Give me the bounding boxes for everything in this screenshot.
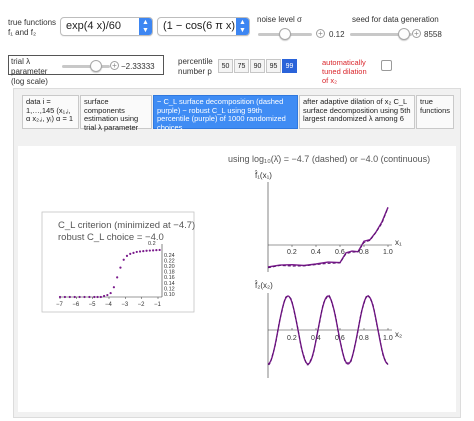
cl-xtick-label: −1: [154, 302, 162, 308]
f1-curve-robust: [267, 207, 389, 268]
cl-point: [132, 251, 135, 254]
cl-ytick-label: 0.10: [164, 292, 175, 298]
cl-ytick-label: 0.20: [164, 264, 175, 270]
cl-xtick-label: −3: [121, 302, 129, 308]
f1-xtick-label: 0.8: [359, 249, 369, 256]
f2-xlabel: x₂: [395, 330, 402, 339]
cl-point: [68, 295, 71, 299]
f1-curve-dashed: [267, 207, 389, 269]
cl-point: [158, 248, 161, 252]
plot-header: using log₁₀(λ̂) = −4.7 (dashed) or −4.0 …: [228, 154, 430, 164]
f2-xtick-label: 1.0: [383, 335, 393, 342]
f1-xtick-label: 1.0: [383, 249, 393, 256]
cl-point: [99, 295, 102, 299]
cl-point: [135, 250, 138, 254]
cl-criterion-title: C_L criterion (minimized at −4.7): [58, 220, 195, 231]
cl-point: [96, 295, 99, 299]
plots-svg: using log₁₀(λ̂) = −4.7 (dashed) or −4.0 …: [41, 154, 430, 378]
cl-xtick-label: −7: [56, 302, 64, 308]
cl-point: [63, 295, 66, 299]
cl-point: [148, 249, 151, 252]
cl-point: [78, 295, 81, 299]
f1-xtick-label: 0.6: [335, 249, 345, 256]
cl-point: [93, 295, 96, 299]
f2-ylabel: f̂₂(x₂): [254, 281, 273, 290]
cl-point: [73, 295, 76, 299]
cl-point: [58, 295, 62, 299]
cl-point: [88, 295, 91, 299]
f1-xticks: 0.2 0.4 0.6 0.8 1.0: [287, 245, 393, 256]
f1-xtick-label: 0.4: [311, 249, 321, 256]
cl-yticks: 0.100.120.140.160.180.200.220.24: [164, 253, 175, 298]
cl-xtick-label: −5: [89, 302, 97, 308]
cl-point: [106, 293, 109, 297]
f2-xtick-label: 0.2: [287, 335, 297, 342]
cl-xtick-label: −2: [138, 302, 146, 308]
cl-ymax-label: 0.2: [148, 241, 156, 247]
f1-ylabel: f̂₁(x₁): [254, 171, 272, 180]
cl-point: [152, 249, 155, 252]
cl-point: [103, 294, 106, 298]
cl-point: [112, 286, 115, 289]
cl-point: [138, 250, 142, 253]
cl-point: [145, 249, 148, 252]
cl-xtick-label: −4: [105, 302, 113, 308]
cl-point: [155, 249, 158, 252]
cl-ytick-label: 0.22: [164, 258, 175, 264]
cl-ytick-label: 0.14: [164, 281, 175, 287]
f2-xtick-label: 0.8: [359, 335, 369, 342]
cl-ytick-label: 0.16: [164, 275, 175, 281]
cl-ytick-label: 0.24: [164, 253, 175, 259]
cl-point: [142, 250, 145, 253]
cl-point: [122, 258, 125, 261]
cl-ytick-label: 0.18: [164, 270, 175, 276]
f1-xlabel: x₁: [395, 238, 402, 247]
cl-point: [116, 276, 119, 279]
cl-point: [83, 295, 86, 299]
cl-point: [125, 254, 129, 257]
cl-point: [119, 266, 122, 269]
cl-point: [109, 291, 112, 295]
f1-xtick-label: 0.2: [287, 249, 297, 256]
cl-point: [129, 252, 132, 255]
cl-xtick-label: −6: [72, 302, 80, 308]
cl-ytick-label: 0.12: [164, 286, 175, 292]
